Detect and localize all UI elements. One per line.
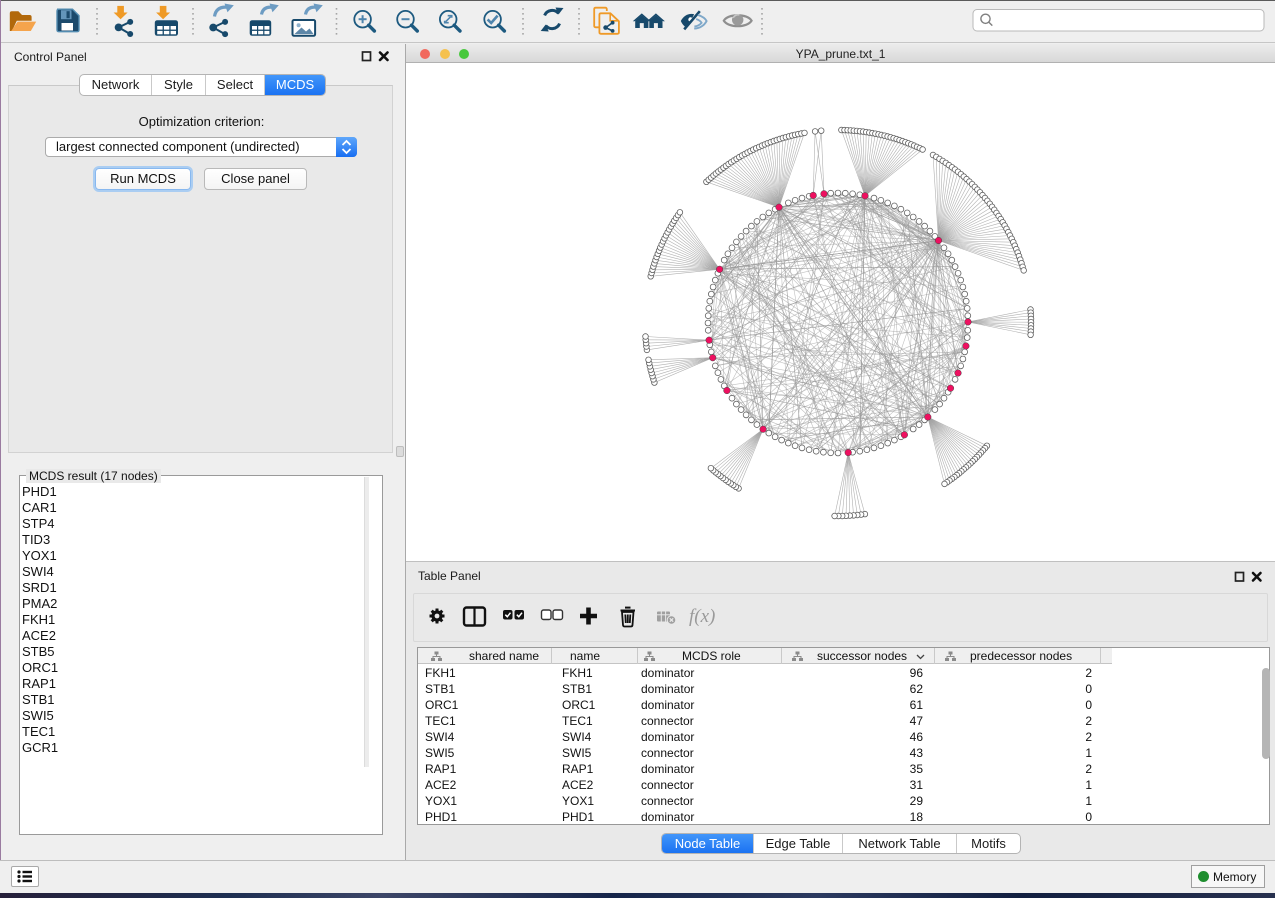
svg-text:f(x): f(x) <box>689 606 715 627</box>
